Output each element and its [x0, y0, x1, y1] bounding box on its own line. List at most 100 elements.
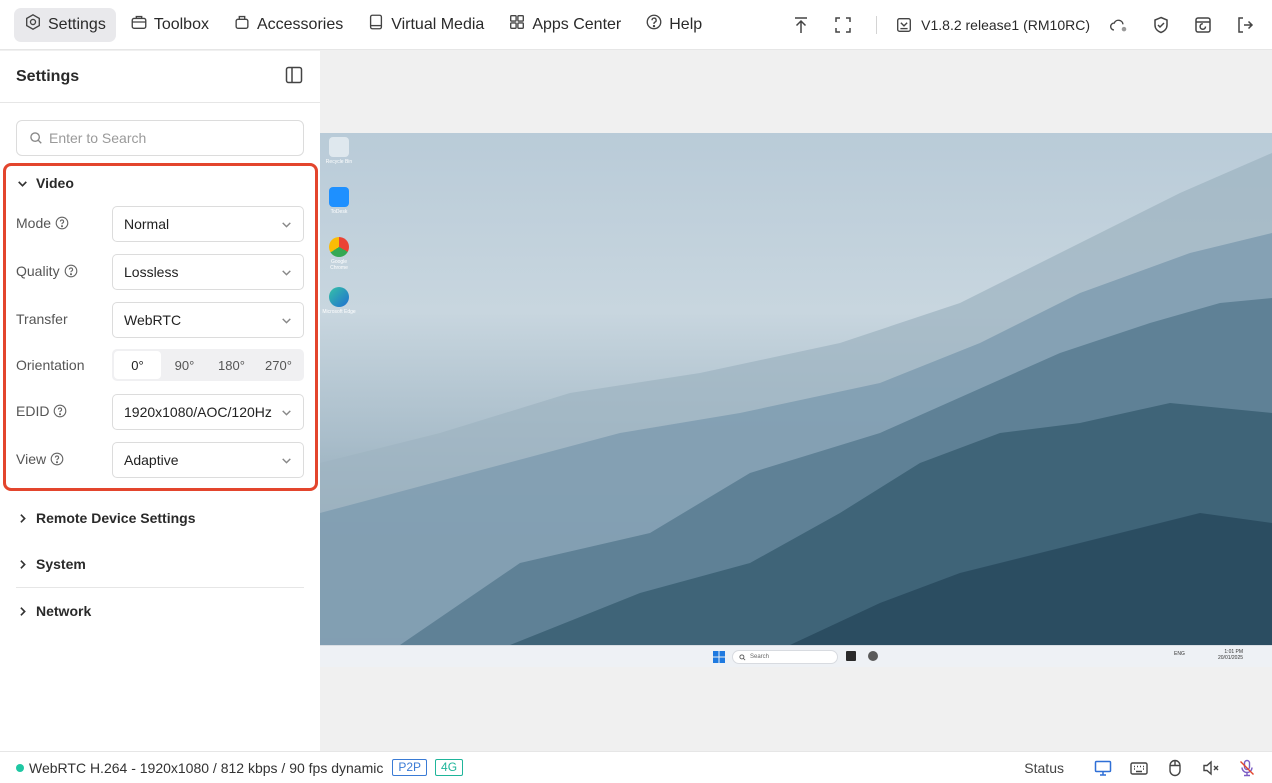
taskbar-settings-icon[interactable] [868, 651, 878, 661]
edid-value: 1920x1080/AOC/120Hz [124, 404, 272, 420]
collapse-panel-button[interactable] [284, 65, 304, 88]
top-navigation-bar: Settings Toolbox Accessories Virtual Med… [0, 0, 1272, 50]
chrome-icon [329, 237, 349, 257]
view-select[interactable]: Adaptive [112, 442, 304, 478]
nav-apps-center[interactable]: Apps Center [498, 8, 631, 42]
remote-taskbar-search[interactable]: Search [732, 650, 838, 664]
tray-language[interactable]: ENG [1174, 651, 1185, 657]
system-section-title: System [36, 556, 86, 572]
desktop-icon-label: Microsoft Edge [322, 309, 356, 315]
remote-device-settings-title: Remote Device Settings [36, 510, 196, 526]
transfer-select[interactable]: WebRTC [112, 302, 304, 338]
virtual-media-icon [367, 13, 385, 36]
monitor-button[interactable] [1092, 757, 1114, 779]
settings-icon [24, 13, 42, 36]
orientation-option-180[interactable]: 180° [208, 351, 255, 379]
mode-select[interactable]: Normal [112, 206, 304, 242]
fullscreen-icon [835, 17, 851, 33]
remote-taskbar: Search ENG 1:01 PM 20/01/2025 [320, 645, 1272, 667]
chevron-down-icon [282, 457, 291, 464]
toolbar-actions: V1.8.2 release1 (RM10RC) [772, 0, 1258, 50]
chevron-down-icon [282, 269, 291, 276]
status-label[interactable]: Status [1024, 760, 1064, 776]
search-icon [739, 653, 746, 660]
quality-label-text: Quality [16, 263, 60, 279]
windows-start-icon[interactable] [713, 651, 725, 663]
chevron-down-icon [282, 317, 291, 324]
desktop-icon-label: ToDesk [330, 209, 348, 215]
quality-value: Lossless [124, 264, 179, 280]
mouse-button[interactable] [1164, 757, 1186, 779]
nav-virtual-media[interactable]: Virtual Media [357, 8, 494, 42]
mode-label: Mode [16, 215, 69, 231]
mountain-wallpaper-image [320, 153, 1272, 645]
question-circle-icon[interactable] [64, 264, 78, 278]
monitor-icon [1094, 760, 1112, 776]
remote-desktop-wallpaper[interactable]: Recycle Bin ToDesk Google Chrome Microso… [320, 133, 1272, 645]
orientation-label: Orientation [16, 357, 84, 373]
toolbar-separator [876, 16, 878, 34]
nav-accessories[interactable]: Accessories [223, 8, 353, 42]
stream-info: WebRTC H.264 - 1920x1080 / 812 kbps / 90… [29, 759, 384, 776]
search-box [16, 120, 304, 156]
video-section-toggle[interactable]: Video [16, 175, 74, 191]
question-circle-icon[interactable] [55, 216, 69, 230]
orientation-label-text: Orientation [16, 357, 85, 373]
mode-value: Normal [124, 216, 170, 232]
recycle-bin-icon [329, 137, 349, 157]
orientation-option-90[interactable]: 90° [161, 351, 208, 379]
tray-clock[interactable]: 1:01 PM 20/01/2025 [1218, 649, 1243, 661]
nav-toolbox[interactable]: Toolbox [120, 8, 219, 42]
desktop-icon-edge[interactable]: Microsoft Edge [322, 287, 356, 315]
quality-select[interactable]: Lossless [112, 254, 304, 290]
nav-toolbox-label: Toolbox [153, 15, 209, 33]
mouse-icon [1169, 759, 1181, 777]
nav-settings[interactable]: Settings [14, 7, 116, 42]
chevron-down-icon [282, 221, 291, 228]
system-section-toggle[interactable]: System [16, 556, 86, 572]
toolbox-icon [130, 13, 148, 36]
question-circle-icon[interactable] [53, 404, 67, 418]
orientation-option-270[interactable]: 270° [255, 351, 302, 379]
orientation-option-0[interactable]: 0° [114, 351, 161, 379]
keyboard-icon [1130, 762, 1148, 775]
keyboard-button[interactable] [1128, 757, 1150, 779]
video-section-title: Video [36, 175, 74, 191]
taskbar-app-icon[interactable] [846, 651, 856, 661]
connection-status-dot [16, 763, 24, 772]
sidebar-title: Settings [16, 67, 80, 85]
fullscreen-button[interactable] [830, 12, 856, 38]
remote-device-settings-toggle[interactable]: Remote Device Settings [16, 510, 196, 526]
chevron-down-icon [18, 180, 27, 187]
question-circle-icon[interactable] [50, 452, 64, 466]
bottom-status-bar: WebRTC H.264 - 1920x1080 / 812 kbps / 90… [0, 751, 1272, 783]
window-sync-icon [1195, 17, 1211, 33]
transfer-label-text: Transfer [16, 311, 68, 327]
network-section-toggle[interactable]: Network [16, 603, 91, 619]
chevron-right-icon [20, 606, 26, 616]
cloud-button[interactable] [1106, 12, 1132, 38]
sync-window-button[interactable] [1190, 12, 1216, 38]
desktop-icon-chrome[interactable]: Google Chrome [326, 237, 352, 271]
nav-help[interactable]: Help [635, 8, 712, 42]
remote-desktop-view[interactable]: Recycle Bin ToDesk Google Chrome Microso… [320, 133, 1272, 667]
desktop-icon-recycle-bin[interactable]: Recycle Bin [326, 137, 352, 165]
security-button[interactable] [1148, 12, 1174, 38]
mute-microphone-button[interactable] [1236, 757, 1258, 779]
version-button[interactable]: V1.8.2 release1 (RM10RC) [895, 16, 1090, 34]
upload-button[interactable] [788, 12, 814, 38]
edid-select[interactable]: 1920x1080/AOC/120Hz [112, 394, 304, 430]
status-actions: Status [1024, 752, 1258, 783]
logout-button[interactable] [1232, 12, 1258, 38]
nav-help-label: Help [669, 15, 703, 33]
network-section-title: Network [36, 603, 92, 619]
edid-label-text: EDID [16, 403, 50, 419]
mode-label-text: Mode [16, 215, 52, 231]
desktop-icon-todesk[interactable]: ToDesk [326, 187, 352, 215]
mute-speaker-button[interactable] [1200, 757, 1222, 779]
search-input[interactable] [49, 130, 291, 146]
version-label: V1.8.2 release1 (RM10RC) [921, 17, 1090, 33]
cloud-icon [1110, 19, 1127, 32]
todesk-app-icon [329, 187, 349, 207]
nav-settings-label: Settings [48, 15, 106, 33]
